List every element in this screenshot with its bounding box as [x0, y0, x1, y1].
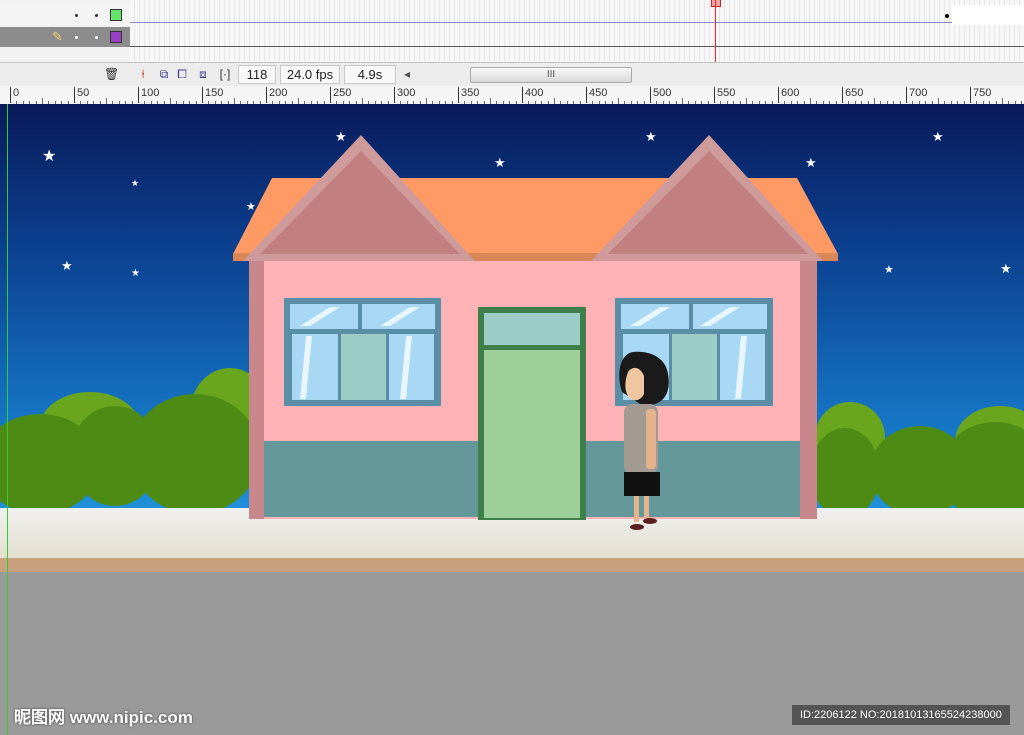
- pencil-icon: ✎: [52, 29, 63, 44]
- playhead-line: [715, 0, 716, 62]
- front-door[interactable]: [478, 307, 586, 520]
- layer-color-swatch[interactable]: [110, 31, 122, 43]
- eye-toggle-dot[interactable]: [75, 36, 78, 39]
- ruler-label: 400: [522, 87, 543, 103]
- elapsed-time: 4.9s: [344, 65, 396, 84]
- keyframe-dot[interactable]: [945, 14, 949, 18]
- current-frame: 118: [238, 65, 276, 84]
- left-pillar: [249, 254, 264, 519]
- green-guide-line: [7, 104, 8, 735]
- ruler-label: 550: [714, 87, 735, 103]
- timeline-toolbar: 🗑 ⍿ ⧉ ⧠ ⧈ [·] 118 24.0 fps 4.9s ◂ III: [0, 62, 1024, 87]
- ruler-label: 100: [138, 87, 159, 103]
- ruler-label: 600: [778, 87, 799, 103]
- scroll-left-icon[interactable]: ◂: [400, 67, 414, 81]
- frame-rate: 24.0 fps: [280, 65, 340, 84]
- ruler-label: 750: [970, 87, 991, 103]
- timeline-panel: ✎ 🗑 ⍿ ⧉ ⧠ ⧈ [·] 118 24.0 fps 4.9s ◂ III: [0, 0, 1024, 87]
- lock-toggle-dot[interactable]: [95, 14, 98, 17]
- timeline-scrollbar[interactable]: III: [470, 67, 632, 83]
- ruler-label: 700: [906, 87, 927, 103]
- layer-color-swatch[interactable]: [110, 9, 122, 21]
- right-pillar: [800, 254, 817, 519]
- eye-toggle-dot[interactable]: [75, 14, 78, 17]
- playhead-handle[interactable]: [711, 0, 721, 7]
- ruler-label: 0: [10, 87, 19, 103]
- frame-grid[interactable]: [130, 0, 1024, 62]
- layer-divider: [130, 46, 1024, 47]
- stage-canvas[interactable]: ★ ★ ★ ★ ★ ★ ★ ★ ★ ★ ★ ★: [0, 104, 1024, 735]
- lock-toggle-dot[interactable]: [95, 36, 98, 39]
- ruler-label: 350: [458, 87, 479, 103]
- tween-track: [130, 22, 1024, 23]
- ruler-label: 650: [842, 87, 863, 103]
- ruler-label: 200: [266, 87, 287, 103]
- image-id-watermark: ID:2206122 NO:20181013165524238000: [792, 705, 1010, 725]
- left-window: [284, 298, 441, 406]
- ruler-label: 150: [202, 87, 223, 103]
- ruler-label: 300: [394, 87, 415, 103]
- horizontal-ruler: 0 50 100 150 200 250 300 350 400 450 500 550 600 650 7…: [0, 86, 1024, 105]
- trash-icon[interactable]: 🗑: [104, 67, 119, 81]
- layer-row-2[interactable]: ✎: [0, 27, 130, 47]
- empty-frames: [952, 5, 1024, 25]
- site-watermark: 昵图网 www.nipic.com: [14, 708, 193, 727]
- onion-outline-icon[interactable]: ⧠: [175, 67, 189, 81]
- layer-row-1[interactable]: [0, 5, 130, 25]
- edit-multiple-frames-icon[interactable]: ⧈: [196, 67, 210, 81]
- ruler-label: 500: [650, 87, 671, 103]
- modify-onion-markers-icon[interactable]: [·]: [218, 67, 232, 81]
- center-frame-icon[interactable]: ⍿: [136, 67, 150, 81]
- ruler-label: 250: [330, 87, 351, 103]
- ruler-label: 450: [586, 87, 607, 103]
- onion-skin-icon[interactable]: ⧉: [157, 67, 171, 81]
- house-illustration[interactable]: [0, 104, 1024, 735]
